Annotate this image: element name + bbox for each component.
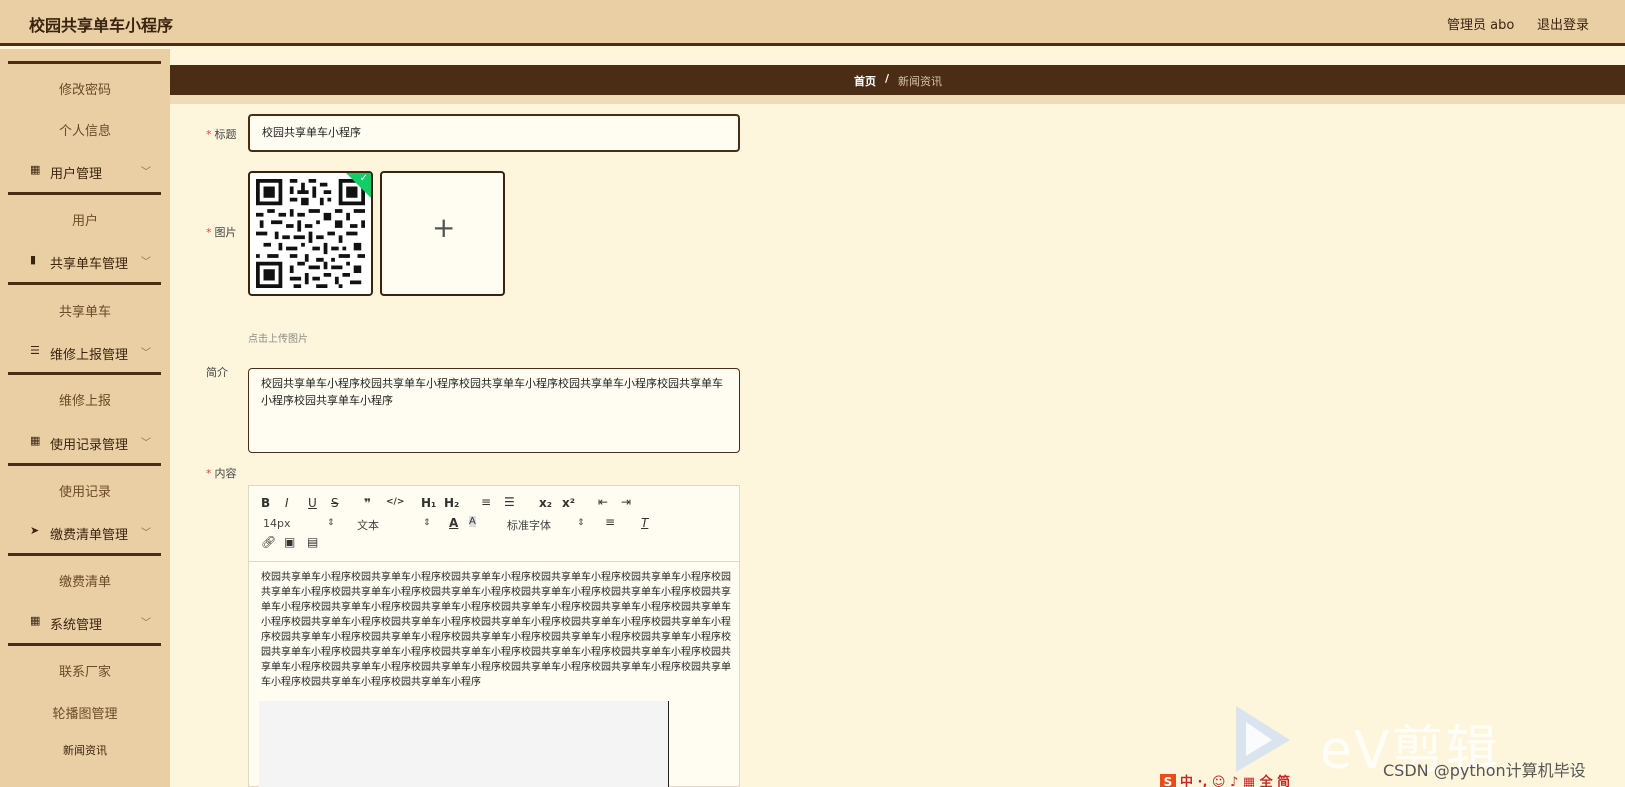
chevron-down-icon: ﹀ <box>141 167 151 178</box>
title-label: * 标题 <box>206 128 237 141</box>
select-arrows-icon: ⇕ <box>327 518 335 528</box>
sidebar-group-label: 用户管理 <box>50 167 103 182</box>
bullet-list-button[interactable]: ☰ <box>504 495 515 509</box>
top-strip <box>170 49 1625 55</box>
sidebar-group-label: 维修上报管理 <box>50 348 129 363</box>
editor-toolbar: B I U S ❞ </> H₁ H₂ ≡ ☰ x₂ x² ⇤ ⇥ 14px ⇕ … <box>249 486 739 562</box>
sidebar-group-label: 缴费清单管理 <box>50 528 129 543</box>
header-band <box>170 95 1625 104</box>
italic-button[interactable]: I <box>285 496 289 510</box>
logout-link[interactable]: 退出登录 <box>1537 14 1589 33</box>
list-icon: ☰ <box>30 344 40 357</box>
select-arrows-icon: ⇕ <box>423 518 431 528</box>
blockquote-button[interactable]: ❞ <box>364 496 371 510</box>
sidebar-item-repair-reports[interactable]: 维修上报 <box>0 390 170 409</box>
intro-textarea[interactable]: 校园共享单车小程序校园共享单车小程序校园共享单车小程序校园共享单车小程序校园共享… <box>248 368 740 453</box>
breadcrumb: 首页 / 新闻资讯 <box>170 65 1625 95</box>
breadcrumb-current: 新闻资讯 <box>898 75 942 88</box>
image-label: * 图片 <box>206 226 237 239</box>
play-logo-icon <box>1236 706 1290 772</box>
upload-tip: 点击上传图片 <box>248 334 308 345</box>
book-icon: ▮ <box>30 253 37 266</box>
sidebar-divider <box>8 61 161 64</box>
chevron-down-icon: ﹀ <box>141 528 151 539</box>
sidebar-item-contact-manufacturer[interactable]: 联系厂家 <box>0 661 170 680</box>
sidebar-item-carousel[interactable]: 轮播图管理 <box>0 703 170 722</box>
sidebar-divider <box>8 282 161 285</box>
bold-button[interactable]: B <box>261 496 270 510</box>
grid-icon: ▦ <box>30 163 41 176</box>
sidebar-divider <box>8 643 161 646</box>
strike-button[interactable]: S <box>331 496 339 510</box>
sidebar-group-label: 系统管理 <box>50 618 103 633</box>
title-input[interactable]: 校园共享单车小程序 <box>248 114 740 152</box>
content-label: * 内容 <box>206 467 237 480</box>
code-block-button[interactable]: </> <box>386 497 404 507</box>
send-icon: ➤ <box>30 524 40 537</box>
sidebar-item-billing[interactable]: 缴费清单 <box>0 571 170 590</box>
breadcrumb-home[interactable]: 首页 <box>854 73 876 89</box>
superscript-button[interactable]: x² <box>562 496 575 510</box>
sidebar-item-news[interactable]: 新闻资讯 <box>0 742 170 758</box>
sidebar-item-bikes[interactable]: 共享单车 <box>0 301 170 320</box>
editor-embedded-image <box>259 701 669 787</box>
heading1-button[interactable]: H₁ <box>421 496 436 510</box>
chevron-down-icon: ﹀ <box>141 438 151 449</box>
sidebar-item-change-password[interactable]: 修改密码 <box>0 79 170 98</box>
clean-format-button[interactable]: T <box>641 516 648 530</box>
sidebar-divider <box>8 192 161 195</box>
video-insert-icon[interactable]: ▤ <box>307 535 318 549</box>
admin-label: 管理员 abo <box>1447 18 1515 33</box>
apps-icon: ▦ <box>30 434 41 447</box>
ordered-list-button[interactable]: ≡ <box>481 495 491 509</box>
sidebar: 修改密码 个人信息 ▦ 用户管理 ﹀ 用户 ▮ 共享单车管理 ﹀ 共享单车 ☰ … <box>0 49 170 787</box>
csdn-credit: CSDN @python计算机毕设 <box>1383 761 1586 780</box>
chevron-down-icon: ﹀ <box>141 618 151 629</box>
font-family-select[interactable]: 标准字体 ⇕ <box>507 517 585 533</box>
plus-icon: + <box>432 211 456 244</box>
sidebar-item-profile[interactable]: 个人信息 <box>0 120 170 139</box>
header-format-select[interactable]: 文本 ⇕ <box>357 517 431 533</box>
editor-content[interactable]: 校园共享单车小程序校园共享单车小程序校园共享单车小程序校园共享单车小程序校园共享… <box>261 570 731 690</box>
top-header: 校园共享单车小程序 管理员 abo 退出登录 <box>0 0 1625 46</box>
uploaded-image-thumbnail[interactable]: ✓ <box>248 171 373 296</box>
heading2-button[interactable]: H₂ <box>444 496 459 510</box>
main-content: 首页 / 新闻资讯 * 标题 校园共享单车小程序 * 图片 ✓ + 点击上传图片 简… <box>170 49 1625 787</box>
chevron-down-icon: ﹀ <box>141 348 151 359</box>
align-button[interactable]: ≡ <box>605 515 615 529</box>
background-color-button[interactable]: A <box>469 516 476 527</box>
sidebar-item-users[interactable]: 用户 <box>0 210 170 229</box>
breadcrumb-separator: / <box>885 72 890 85</box>
intro-label: 简介 <box>206 366 228 379</box>
qr-code-image <box>256 179 365 288</box>
sidebar-divider <box>8 463 161 466</box>
upload-image-button[interactable]: + <box>380 171 505 296</box>
app-title: 校园共享单车小程序 <box>29 16 174 35</box>
sidebar-divider <box>8 372 161 375</box>
rich-text-editor[interactable]: B I U S ❞ </> H₁ H₂ ≡ ☰ x₂ x² ⇤ ⇥ 14px ⇕ … <box>248 485 740 787</box>
image-insert-icon[interactable]: ▣ <box>284 535 295 549</box>
select-arrows-icon: ⇕ <box>577 518 585 528</box>
font-color-button[interactable]: A <box>449 516 458 530</box>
sogou-icon: S <box>1160 774 1176 787</box>
check-icon: ✓ <box>359 173 368 184</box>
sidebar-divider <box>8 553 161 556</box>
underline-button[interactable]: U <box>308 496 317 510</box>
grid-icon: ▦ <box>30 614 41 627</box>
ime-toolbar[interactable]: S中 ·, ☺ ♪ ▦ 全 简 <box>1160 771 1290 787</box>
indent-button[interactable]: ⇥ <box>621 495 631 509</box>
sidebar-group-label: 使用记录管理 <box>50 438 129 453</box>
outdent-button[interactable]: ⇤ <box>598 495 608 509</box>
font-size-select[interactable]: 14px ⇕ <box>263 517 335 530</box>
subscript-button[interactable]: x₂ <box>539 496 552 510</box>
chevron-down-icon: ﹀ <box>141 257 151 268</box>
sidebar-item-usage-records[interactable]: 使用记录 <box>0 481 170 500</box>
link-icon[interactable]: 🔗︎ <box>261 535 276 549</box>
sidebar-group-label: 共享单车管理 <box>50 257 129 272</box>
